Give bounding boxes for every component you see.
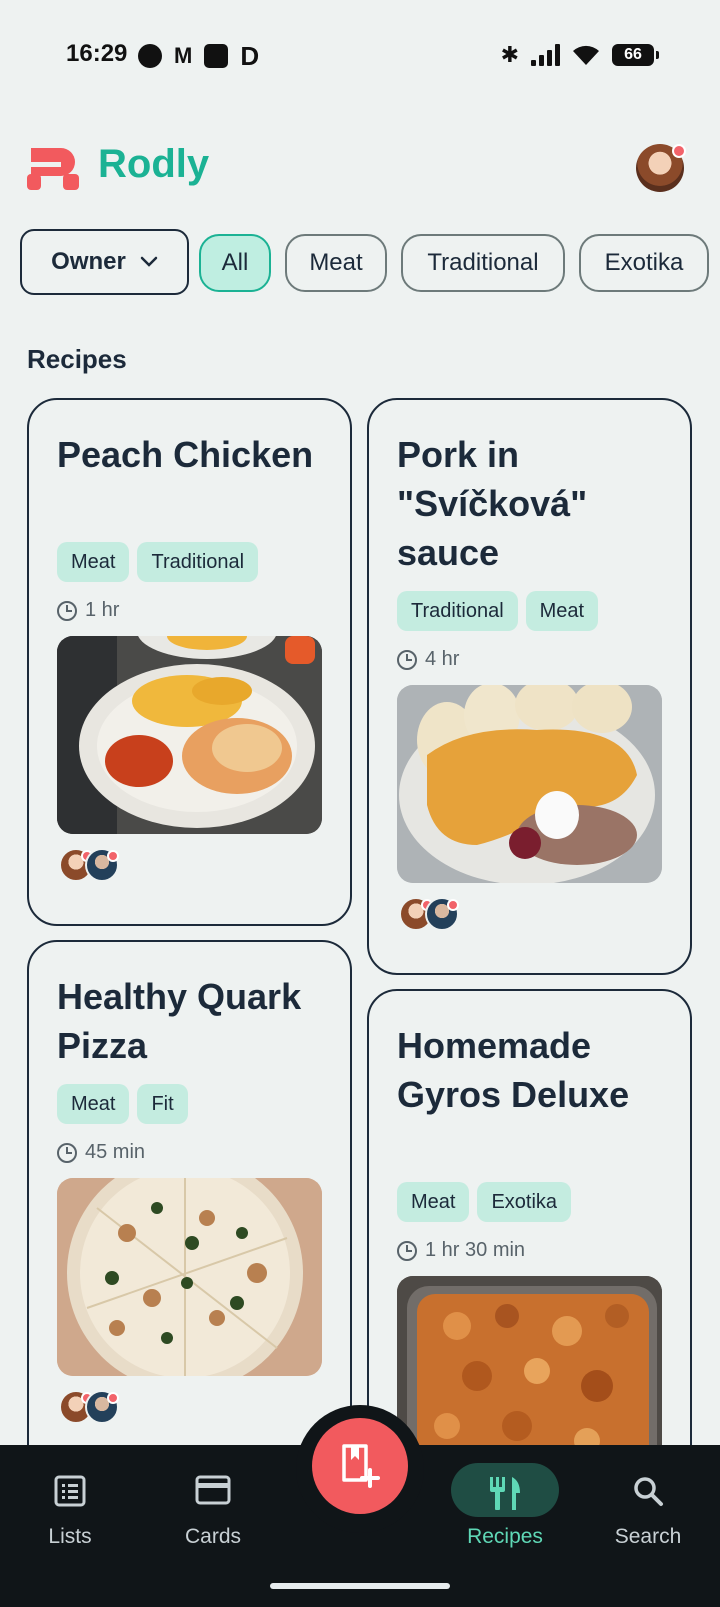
owner-dropdown[interactable]: Owner [20,229,189,295]
recipe-card[interactable]: Peach Chicken Meat Traditional 1 hr [27,398,352,926]
filter-chip-exotika[interactable]: Exotika [579,234,709,292]
status-time: 16:29 [66,40,128,67]
avatar [85,848,119,882]
rodly-logo-icon [27,148,79,190]
recipe-tag: Traditional [137,542,259,582]
gmail-icon: M [174,43,193,68]
nav-label-search: Search [614,1525,682,1548]
d-app-icon: D [240,41,260,71]
recipe-tag: Meat [525,591,599,631]
recipe-tag: Meat [397,1182,470,1222]
add-recipe-button[interactable] [312,1418,408,1514]
nav-item-cards[interactable]: Cards [143,1445,283,1585]
recipe-owners [399,897,459,931]
home-indicator[interactable] [270,1583,450,1589]
recipe-time-label: 1 hr 30 min [425,1239,526,1261]
recipe-card[interactable]: Pork in "Svíčková" sauce Traditional Mea… [367,398,692,975]
svickova-photo [397,685,662,883]
recipe-tags: Traditional Meat [397,591,599,631]
recipe-time-label: 1 hr [85,599,120,621]
app-square-icon [204,44,229,68]
recipe-tags: Meat Fit [57,1084,188,1124]
crown-badge-icon [672,144,686,158]
recipe-tags: Meat Exotika [397,1182,572,1222]
nav-item-lists[interactable]: Lists [0,1445,140,1585]
signal-icon [531,44,560,66]
recipe-time: 4 hr [397,648,459,671]
crown-badge-icon [447,899,459,911]
app-title: Rodly [98,142,210,186]
status-bar: 16:29 M D ✱ 66 [0,0,720,112]
recipe-time: 1 hr 30 min [397,1239,525,1262]
fork-knife-icon [490,1477,520,1510]
peach-chicken-photo [57,636,322,834]
clock-icon [57,600,77,621]
recipe-title: Peach Chicken [57,434,314,475]
bluetooth-icon: ✱ [500,42,519,67]
filter-chip-all[interactable]: All [199,234,271,292]
recipe-card[interactable]: Healthy Quark Pizza Meat Fit 45 min [27,940,352,1500]
clock-icon [397,649,417,670]
avatar [425,897,459,931]
status-system-icons: ✱ 66 [500,42,659,68]
recipe-tag: Meat [57,1084,130,1124]
clock-icon [397,1240,417,1261]
nav-label-lists: Lists [48,1525,92,1548]
recipe-time-label: 4 hr [425,648,460,670]
avatar [85,1390,119,1424]
nav-label-recipes: Recipes [467,1525,543,1548]
recipe-tags: Meat Traditional [57,542,259,582]
status-notification-icons: M D [138,41,260,71]
recipe-card[interactable]: Homemade Gyros Deluxe Meat Exotika 1 hr … [367,989,692,1509]
recipe-tag: Exotika [477,1182,572,1222]
recipe-tag: Fit [137,1084,188,1124]
recipe-time-label: 45 min [85,1141,146,1163]
recipe-title: Healthy Quark Pizza [57,976,302,1066]
recipe-tag: Meat [57,542,130,582]
search-icon [634,1477,663,1506]
recipe-tag: Traditional [397,591,518,631]
nav-label-cards: Cards [184,1525,242,1548]
battery-icon: 66 [612,44,659,66]
profile-avatar[interactable] [636,144,686,192]
owner-dropdown-label: Owner [51,248,126,275]
card-icon [195,1475,231,1505]
section-title: Recipes [27,344,127,374]
recipe-owners [59,1390,119,1424]
chevron-down-icon [140,256,158,267]
clock-icon [57,1142,77,1163]
recipe-owners [59,848,119,882]
app-header: Rodly [0,130,720,210]
recipe-title: Homemade Gyros Deluxe [397,1025,630,1115]
nav-item-recipes[interactable]: Recipes [435,1445,575,1585]
recipe-title: Pork in "Svíčková" sauce [397,434,588,573]
notification-dot-icon [138,44,162,68]
filter-bar: Owner All Meat Traditional Exotika [20,229,720,295]
nav-item-search[interactable]: Search [578,1445,718,1585]
add-recipe-icon [342,1444,380,1488]
filter-chip-traditional[interactable]: Traditional [401,234,565,292]
filter-chip-meat[interactable]: Meat [285,234,387,292]
wifi-icon [573,45,599,65]
crown-badge-icon [107,850,119,862]
recipe-time: 45 min [57,1141,145,1164]
quark-pizza-photo [57,1178,322,1376]
list-icon [54,1475,86,1507]
crown-badge-icon [107,1392,119,1404]
recipe-time: 1 hr [57,599,119,622]
